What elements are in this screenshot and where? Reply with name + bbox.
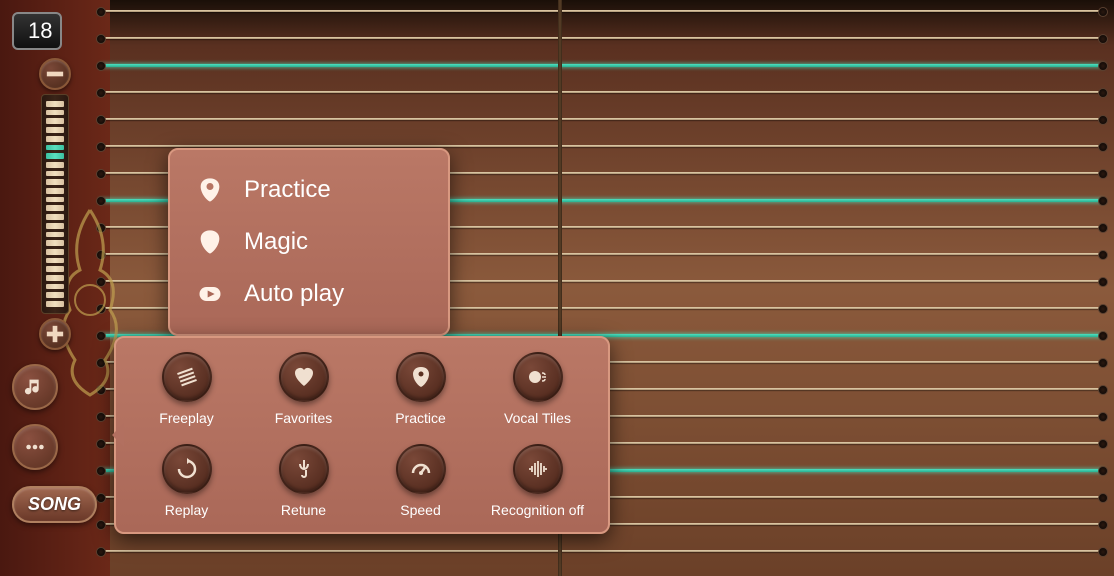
pick-icon (196, 176, 224, 204)
string-5[interactable] (100, 145, 1104, 147)
slider-tick (46, 136, 64, 142)
string-counter: 18 (12, 12, 62, 50)
tool-label: Freeplay (159, 410, 213, 426)
more-button[interactable] (12, 424, 58, 470)
menu-item-magic[interactable]: Magic (188, 216, 430, 268)
tool-label: Vocal Tiles (504, 410, 571, 426)
slider-tick (46, 223, 64, 229)
tool-freeplay[interactable]: Freeplay (134, 352, 239, 426)
music-button[interactable] (12, 364, 58, 410)
tool-label: Recognition off (491, 502, 584, 518)
minus-button[interactable] (39, 58, 71, 90)
speed-icon (409, 457, 433, 481)
mode-menu: Practice Magic Auto play (168, 148, 450, 336)
waveform-icon (526, 457, 550, 481)
string-2[interactable] (100, 64, 1104, 67)
slider-tick (46, 118, 64, 124)
menu-item-practice[interactable]: Practice (188, 164, 430, 216)
tool-label: Speed (400, 502, 440, 518)
string-4[interactable] (100, 118, 1104, 120)
freeplay-icon (175, 365, 199, 389)
plus-button[interactable] (39, 318, 71, 350)
tool-label: Replay (165, 502, 209, 518)
slider-tick (46, 249, 64, 255)
string-20[interactable] (100, 550, 1104, 552)
slider-tick (46, 110, 64, 116)
string-1[interactable] (100, 37, 1104, 39)
slider-tick (46, 145, 64, 151)
tool-favorites[interactable]: Favorites (251, 352, 356, 426)
slider-track[interactable] (41, 94, 69, 314)
slider-tick (46, 171, 64, 177)
tool-retune[interactable]: Retune (251, 444, 356, 518)
slider-tick (46, 127, 64, 133)
heart-icon (292, 365, 316, 389)
slider-tick (46, 179, 64, 185)
string-3[interactable] (100, 91, 1104, 93)
slider-tick (46, 258, 64, 264)
slider-tick (46, 214, 64, 220)
slider-tick (46, 101, 64, 107)
tool-speed[interactable]: Speed (368, 444, 473, 518)
tools-menu: Freeplay Favorites Practice Vocal Tiles … (114, 336, 610, 534)
music-note-icon (24, 376, 46, 398)
tool-vocal-tiles[interactable]: Vocal Tiles (485, 352, 590, 426)
slider-tick (46, 284, 64, 290)
slider-tick (46, 205, 64, 211)
menu-item-autoplay[interactable]: Auto play (188, 268, 430, 320)
slider-tick (46, 188, 64, 194)
tool-recognition[interactable]: Recognition off (485, 444, 590, 518)
magic-pick-icon (196, 228, 224, 256)
more-dots-icon (24, 436, 46, 458)
song-button[interactable]: SONG (12, 486, 97, 523)
tool-label: Retune (281, 502, 326, 518)
slider-tick (46, 153, 64, 159)
menu-label: Auto play (244, 280, 344, 308)
tool-replay[interactable]: Replay (134, 444, 239, 518)
tool-practice[interactable]: Practice (368, 352, 473, 426)
plus-icon (41, 320, 69, 348)
practice-icon (409, 365, 433, 389)
slider-tick (46, 162, 64, 168)
tool-label: Favorites (275, 410, 333, 426)
retune-icon (292, 457, 316, 481)
menu-label: Practice (244, 176, 331, 204)
scroll-slider (12, 58, 97, 350)
tool-label: Practice (395, 410, 446, 426)
slider-tick (46, 301, 64, 307)
slider-tick (46, 275, 64, 281)
string-0[interactable] (100, 10, 1104, 12)
play-icon (196, 280, 224, 308)
left-controls: 18 SONG (12, 12, 97, 523)
slider-tick (46, 197, 64, 203)
slider-tick (46, 266, 64, 272)
minus-icon (41, 60, 69, 88)
slider-tick (46, 240, 64, 246)
menu-label: Magic (244, 228, 308, 256)
vocal-icon (526, 365, 550, 389)
slider-tick (46, 232, 64, 238)
slider-tick (46, 292, 64, 298)
replay-icon (175, 457, 199, 481)
